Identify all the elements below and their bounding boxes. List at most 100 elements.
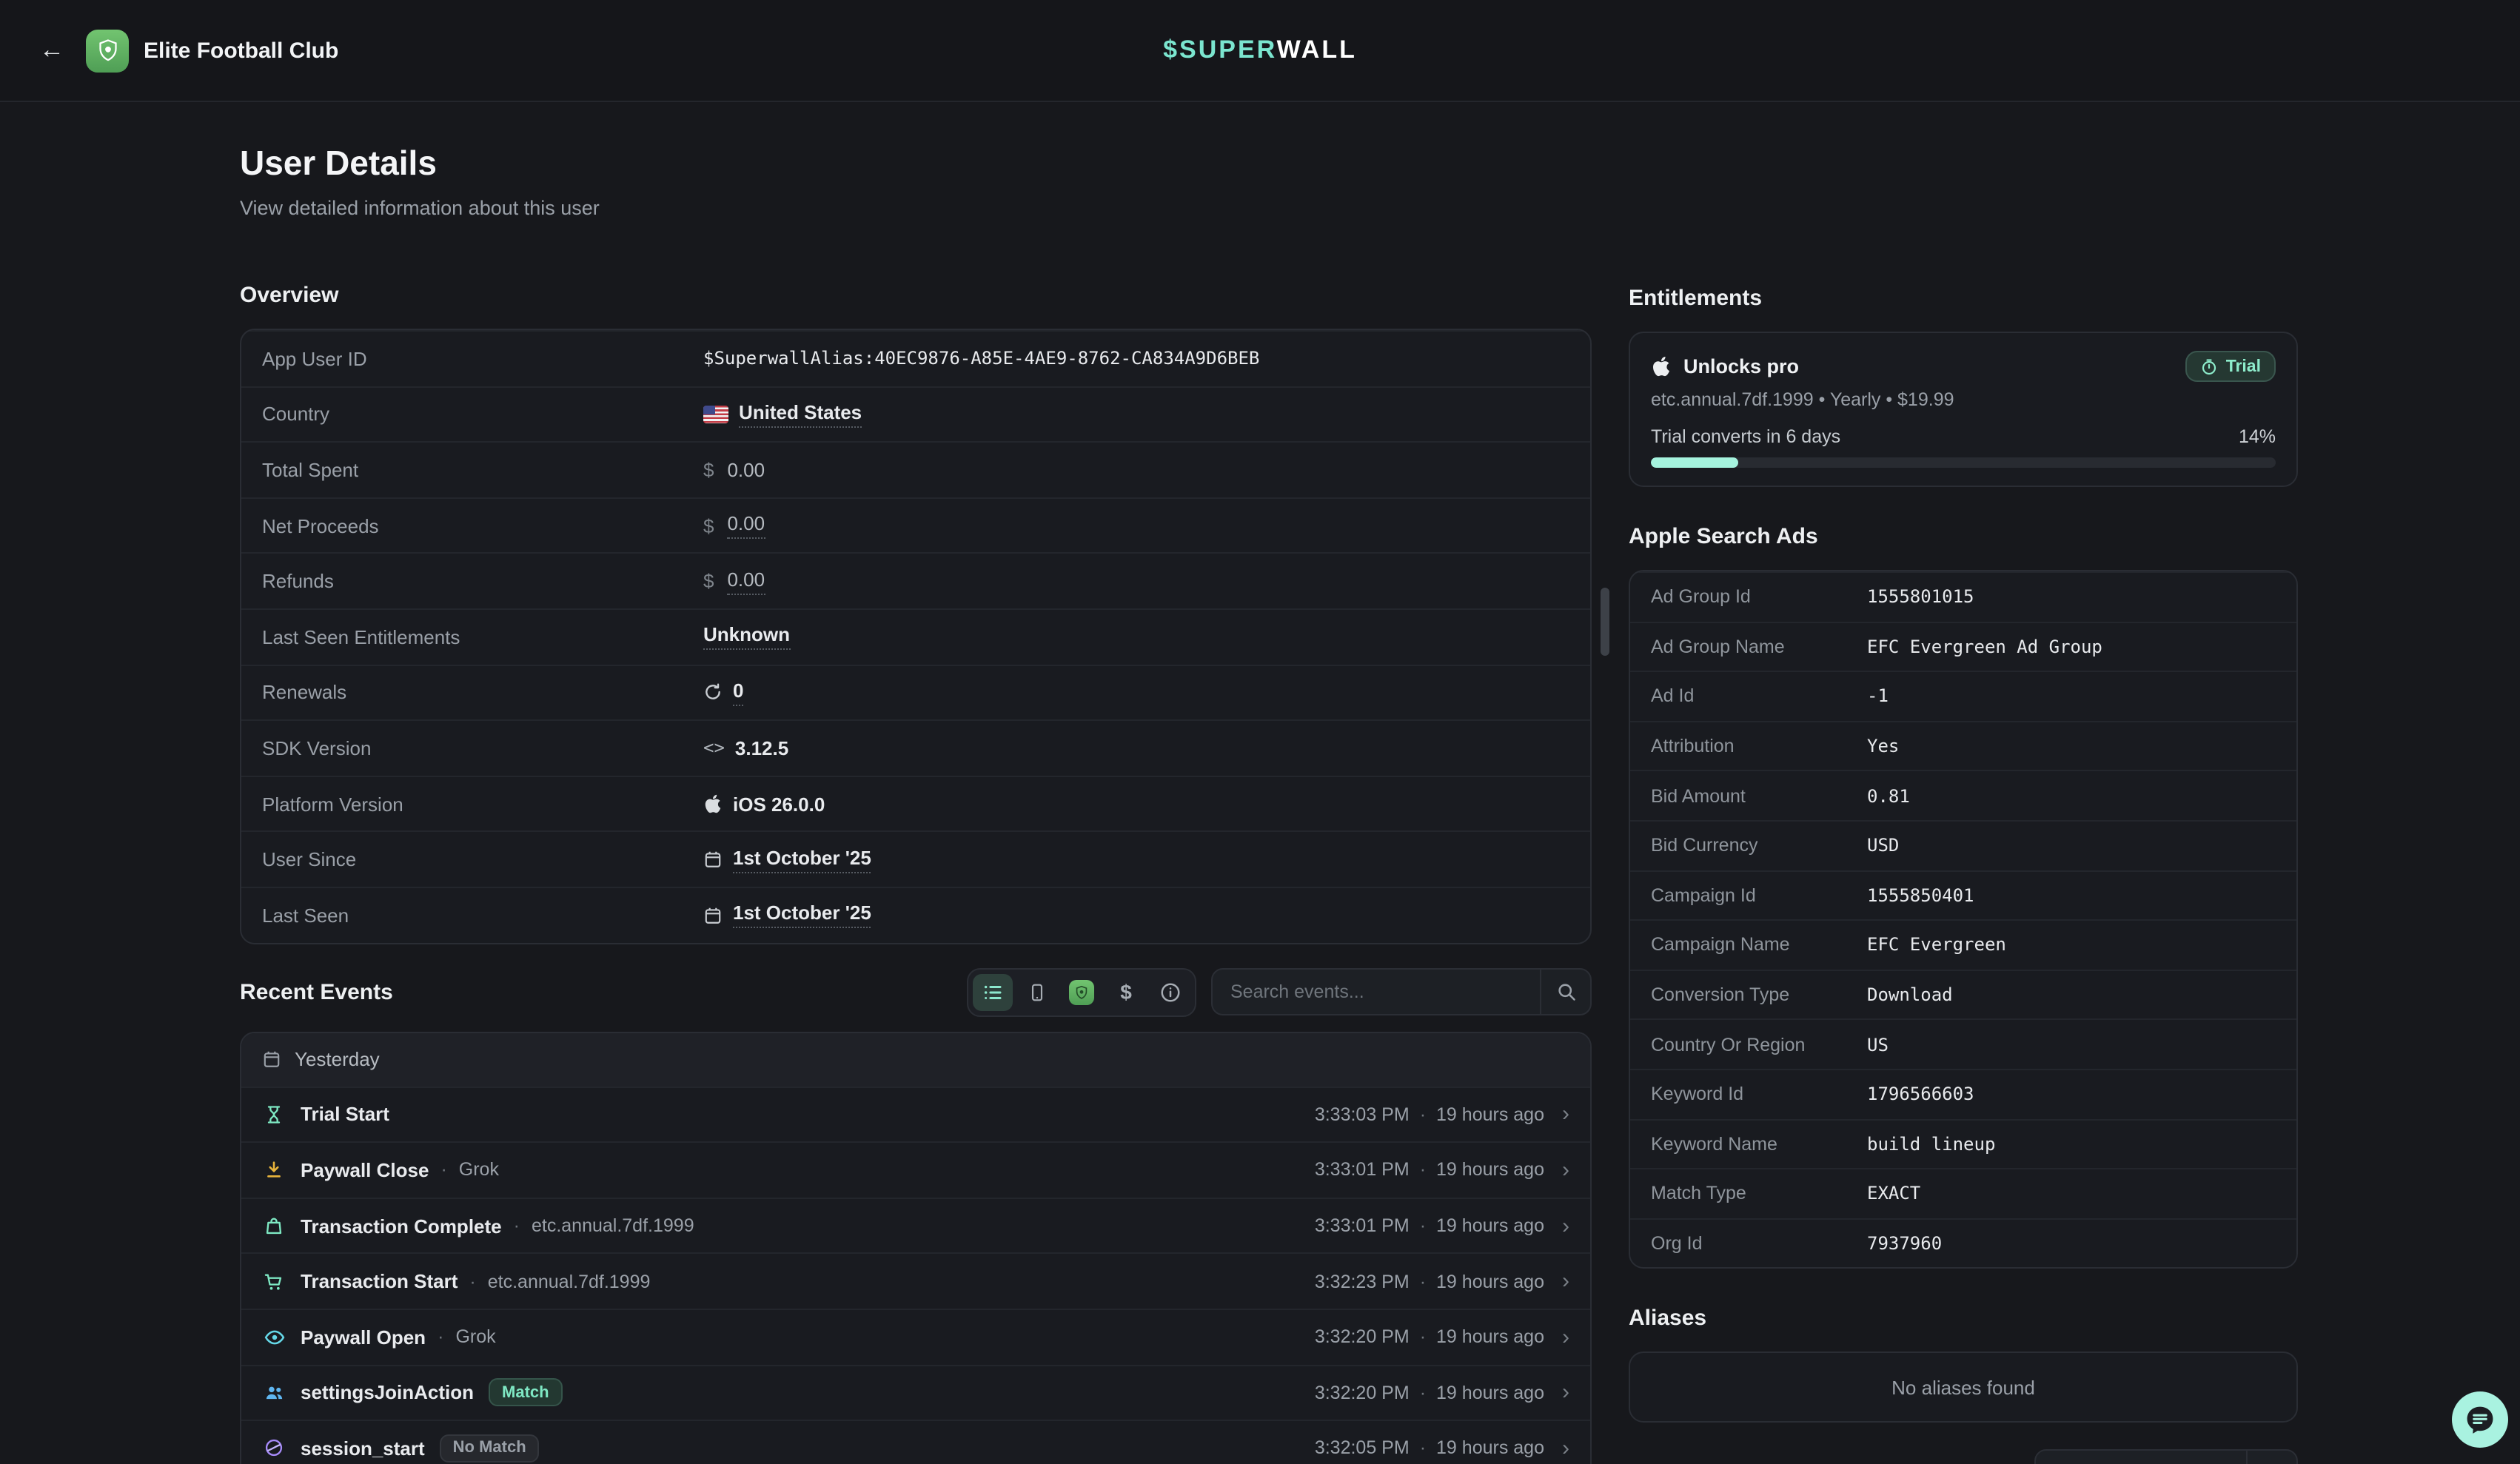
trial-progress-percent: 14% xyxy=(2239,426,2276,447)
superwall-logo[interactable]: $SUPERWALL xyxy=(1163,36,1357,65)
user-attributes-search-icon[interactable] xyxy=(2246,1451,2296,1464)
asa-row-value: EFC Evergreen xyxy=(1867,935,2006,956)
asa-row-value: Yes xyxy=(1867,736,1899,756)
apple-search-ads-row: Keyword Id 1796566603 xyxy=(1630,1069,2296,1118)
currency-prefix: $ xyxy=(703,514,714,537)
event-detail: Grok xyxy=(459,1160,499,1181)
asa-row-value: 1555801015 xyxy=(1867,587,1974,608)
event-row[interactable]: Paywall Close · Grok 3:33:01 PM · 19 hou… xyxy=(241,1141,1590,1197)
event-meta-separator: · xyxy=(1420,1215,1426,1236)
apple-search-ads-row: Campaign Id 1555850401 xyxy=(1630,870,2296,919)
top-bar: ← Elite Football Club $SUPERWALL xyxy=(0,0,2520,102)
chat-bubble-icon xyxy=(2464,1403,2496,1436)
event-relative-time: 19 hours ago xyxy=(1436,1383,1544,1403)
entitlement-name: Unlocks pro xyxy=(1683,355,1799,377)
overview-row-value: Unknown xyxy=(703,624,790,651)
asa-row-label: Ad Group Name xyxy=(1651,637,1867,657)
event-detail: etc.annual.7df.1999 xyxy=(532,1215,694,1236)
apple-search-ads-row: Bid Currency USD xyxy=(1630,820,2296,870)
event-name: Transaction Start xyxy=(301,1270,458,1292)
overview-row: Renewals 0 xyxy=(241,664,1590,719)
event-type-icon xyxy=(262,1160,286,1181)
event-name: settingsJoinAction xyxy=(301,1382,474,1404)
asa-row-value: EXACT xyxy=(1867,1183,1920,1204)
event-row[interactable]: Transaction Complete · etc.annual.7df.19… xyxy=(241,1197,1590,1252)
overview-row-label: Platform Version xyxy=(262,793,703,815)
asa-row-value: US xyxy=(1867,1034,1889,1055)
asa-row-value: build lineup xyxy=(1867,1134,1995,1155)
event-row[interactable]: session_start No Match 3:32:05 PM · 19 h… xyxy=(241,1420,1590,1464)
shopping-cart-icon xyxy=(264,1271,284,1292)
apple-icon xyxy=(703,793,723,814)
filter-device-events-button[interactable] xyxy=(1017,973,1057,1010)
overview-row: Platform Version iOS 26.0.0 xyxy=(241,776,1590,831)
event-row[interactable]: settingsJoinAction Match 3:32:20 PM · 19… xyxy=(241,1364,1590,1420)
aliases-card: No aliases found xyxy=(1629,1352,2298,1423)
overview-value-text: $SuperwallAlias:40EC9876-A85E-4AE9-8762-… xyxy=(703,349,1259,369)
event-row[interactable]: Trial Start 3:33:03 PM · 19 hours ago › xyxy=(241,1086,1590,1141)
event-name: Paywall Open xyxy=(301,1326,426,1348)
chevron-right-icon: › xyxy=(1562,1326,1569,1348)
apple-search-ads-row: Ad Group Name EFC Evergreen Ad Group xyxy=(1630,621,2296,671)
chevron-right-icon: › xyxy=(1562,1159,1569,1181)
overview-row-label: Total Spent xyxy=(262,459,703,481)
user-heading: User xyxy=(1629,1460,1678,1464)
overview-row: App User ID $SuperwallAlias:40EC9876-A85… xyxy=(241,330,1590,386)
asa-row-label: Country Or Region xyxy=(1651,1034,1867,1055)
events-search-icon[interactable] xyxy=(1540,970,1590,1014)
overview-row-value: $ 0.00 xyxy=(703,512,765,539)
app-logo-icon xyxy=(86,29,129,72)
overview-row: Refunds $ 0.00 xyxy=(241,553,1590,608)
code-icon: <> xyxy=(703,738,725,759)
event-row[interactable]: Transaction Start · etc.annual.7df.1999 … xyxy=(241,1253,1590,1309)
overview-row-label: User Since xyxy=(262,848,703,870)
overview-row-value: 1st October '25 xyxy=(703,901,871,928)
asa-row-label: Org Id xyxy=(1651,1233,1867,1254)
asa-row-label: Conversion Type xyxy=(1651,984,1867,1005)
overview-value-text: 0.00 xyxy=(727,459,765,481)
overview-row-value: $ 0.00 xyxy=(703,459,765,481)
event-relative-time: 19 hours ago xyxy=(1436,1104,1544,1125)
trial-converts-text: Trial converts in 6 days xyxy=(1651,426,1840,447)
currency-prefix: $ xyxy=(703,459,714,481)
recent-events-header: Recent Events $ xyxy=(240,967,1592,1016)
event-time: 3:32:20 PM xyxy=(1315,1383,1410,1403)
overview-row: Total Spent $ 0.00 xyxy=(241,441,1590,497)
asa-row-value: USD xyxy=(1867,836,1899,856)
event-separator: · xyxy=(440,1160,446,1181)
events-search-box xyxy=(1211,968,1592,1015)
event-row[interactable]: Paywall Open · Grok 3:32:20 PM · 19 hour… xyxy=(241,1309,1590,1364)
asa-row-value: 7937960 xyxy=(1867,1233,1942,1254)
overview-row-value: $SuperwallAlias:40EC9876-A85E-4AE9-8762-… xyxy=(703,349,1259,369)
asa-row-label: Campaign Name xyxy=(1651,935,1867,956)
back-button[interactable]: ← xyxy=(30,28,74,73)
overview-row-value: <> 3.12.5 xyxy=(703,737,788,759)
chevron-right-icon: › xyxy=(1562,1437,1569,1460)
asa-row-label: Match Type xyxy=(1651,1183,1867,1204)
filter-revenue-events-button[interactable]: $ xyxy=(1106,973,1146,1010)
app-name: Elite Football Club xyxy=(144,38,338,63)
overview-value-text: 1st October '25 xyxy=(733,901,871,928)
event-type-icon xyxy=(262,1383,286,1403)
asa-row-label: Bid Amount xyxy=(1651,785,1867,806)
overview-row: Country United States xyxy=(241,386,1590,441)
filter-info-events-button[interactable] xyxy=(1150,973,1190,1010)
side-column: Entitlements Unlocks pro Trial etc.annua… xyxy=(1629,284,2298,1464)
support-chat-button[interactable] xyxy=(2452,1391,2508,1448)
event-separator: · xyxy=(438,1326,443,1347)
filter-app-events-button[interactable] xyxy=(1062,973,1102,1010)
asa-row-label: Keyword Id xyxy=(1651,1084,1867,1104)
event-meta-separator: · xyxy=(1420,1383,1426,1403)
event-time: 3:32:05 PM xyxy=(1315,1438,1410,1459)
scrollbar-thumb[interactable] xyxy=(1601,588,1609,656)
events-search-input[interactable] xyxy=(1213,981,1540,1002)
apple-search-ads-row: Keyword Name build lineup xyxy=(1630,1118,2296,1168)
trial-progress-bar xyxy=(1651,457,2276,468)
event-separator: · xyxy=(469,1271,475,1292)
timer-icon xyxy=(2201,357,2219,375)
event-match-badge: Match xyxy=(489,1379,563,1407)
currency-prefix: $ xyxy=(703,570,714,592)
filter-all-events-button[interactable] xyxy=(973,973,1013,1010)
overview-heading: Overview xyxy=(240,281,1592,309)
events-group-label: Yesterday xyxy=(295,1048,380,1070)
